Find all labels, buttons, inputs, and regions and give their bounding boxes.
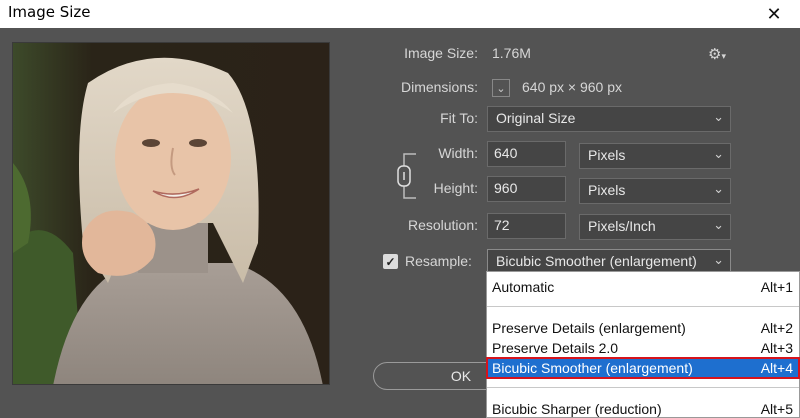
dimensions-label: Dimensions: <box>400 79 478 95</box>
resample-checkbox[interactable]: ✓ <box>383 254 398 269</box>
menu-item-bicubic-smoother[interactable]: Bicubic Smoother (enlargement) Alt+4 <box>486 357 800 379</box>
menu-item-preserve-details-2[interactable]: Preserve Details 2.0 Alt+3 <box>487 338 799 358</box>
image-size-value: 1.76M <box>492 45 531 61</box>
menu-separator <box>487 306 799 307</box>
window-title: Image Size <box>8 3 91 21</box>
width-label: Width: <box>438 145 478 161</box>
close-icon[interactable]: ✕ <box>760 0 788 28</box>
height-unit-select[interactable]: Pixels ⌄ <box>579 178 731 204</box>
height-input[interactable]: 960 <box>487 176 566 202</box>
width-input[interactable]: 640 <box>487 141 566 167</box>
portrait-photo <box>13 43 329 384</box>
image-size-label: Image Size: <box>404 45 478 61</box>
chevron-down-icon: ⌄ <box>713 252 724 267</box>
fit-to-select[interactable]: Original Size ⌄ <box>487 106 731 132</box>
resample-label: Resample: <box>405 253 472 269</box>
dimensions-value: 640 px × 960 px <box>522 79 623 95</box>
chevron-down-icon: ⌄ <box>713 181 724 196</box>
chevron-down-icon: ⌄ <box>713 217 724 232</box>
menu-item-preserve-details[interactable]: Preserve Details (enlargement) Alt+2 <box>487 318 799 338</box>
fit-to-label: Fit To: <box>440 110 478 126</box>
dimensions-chevron-icon[interactable]: ⌄ <box>492 79 510 97</box>
height-label: Height: <box>433 180 478 196</box>
chevron-down-icon: ⌄ <box>713 146 724 161</box>
menu-item-automatic[interactable]: Automatic Alt+1 <box>487 277 799 297</box>
image-preview <box>12 42 330 385</box>
chevron-down-icon: ⌄ <box>713 109 724 124</box>
resolution-label: Resolution: <box>407 217 478 233</box>
width-unit-select[interactable]: Pixels ⌄ <box>579 143 731 169</box>
resample-dropdown-menu: Automatic Alt+1 Preserve Details (enlarge… <box>486 271 800 418</box>
menu-separator <box>487 387 799 388</box>
title-bar: Image Size ✕ <box>0 0 800 28</box>
resolution-input[interactable]: 72 <box>487 213 566 239</box>
menu-item-bicubic-sharper[interactable]: Bicubic Sharper (reduction) Alt+5 <box>487 399 799 418</box>
gear-icon[interactable]: ⚙▾ <box>708 45 726 63</box>
resolution-unit-select[interactable]: Pixels/Inch ⌄ <box>579 214 731 240</box>
